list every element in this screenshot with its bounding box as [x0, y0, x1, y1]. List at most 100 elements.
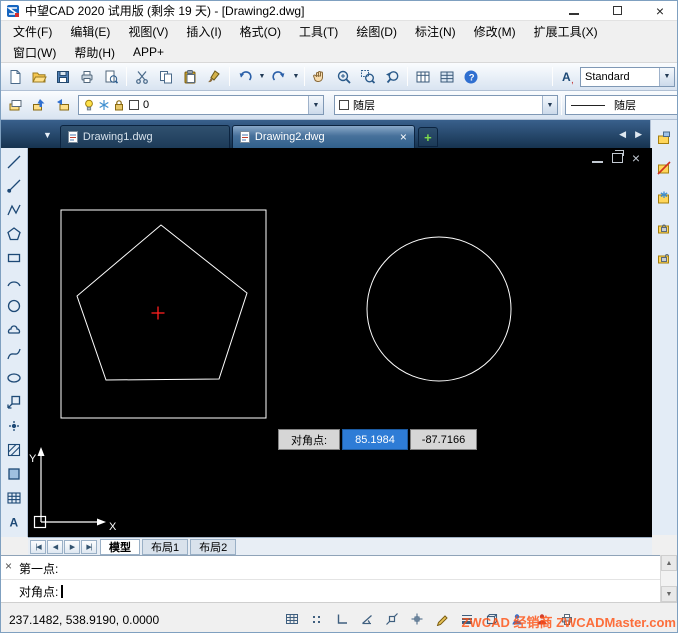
zoom-realtime-button[interactable] [332, 65, 356, 89]
command-close-icon[interactable]: × [5, 559, 12, 573]
doc-restore-icon[interactable] [612, 153, 623, 163]
insert-block-button[interactable] [3, 391, 25, 412]
grid-toggle[interactable] [281, 608, 303, 630]
collab-user2-toggle[interactable] [531, 608, 553, 630]
menu-modify[interactable]: 修改(M) [465, 20, 525, 43]
draw-ray-button[interactable] [3, 175, 25, 196]
undo-dropdown-icon[interactable]: ▼ [257, 65, 267, 89]
new-tab-button[interactable]: + [418, 127, 438, 147]
draw-circle-button[interactable] [3, 295, 25, 316]
redo-dropdown-icon[interactable]: ▼ [291, 65, 301, 89]
menu-window[interactable]: 窗口(W) [4, 41, 65, 64]
last-layout-icon[interactable]: ▶| [81, 540, 97, 554]
first-layout-icon[interactable]: |◀ [30, 540, 46, 554]
command-input-line[interactable]: 对角点: [19, 583, 63, 600]
next-layout-icon[interactable]: ▶ [64, 540, 80, 554]
layer-isolate-button[interactable] [652, 126, 676, 150]
cut-button[interactable] [130, 65, 154, 89]
draw-polyline-button[interactable] [3, 199, 25, 220]
hatch-button[interactable] [3, 439, 25, 460]
layer-combobox[interactable]: 0 ▼ [78, 95, 324, 115]
zoom-previous-button[interactable] [380, 65, 404, 89]
draw-point-button[interactable] [3, 415, 25, 436]
square-entity[interactable] [61, 210, 266, 418]
tab-list-dropdown-icon[interactable]: ▼ [43, 130, 52, 140]
osnap-toggle[interactable] [381, 608, 403, 630]
chevron-down-icon[interactable]: ▼ [308, 96, 323, 114]
otrack-toggle[interactable] [406, 608, 428, 630]
layer-properties-button[interactable] [3, 93, 27, 117]
prev-layout-icon[interactable]: ◀ [47, 540, 63, 554]
draw-ellipse-button[interactable] [3, 367, 25, 388]
snap-toggle[interactable] [306, 608, 328, 630]
draw-line-button[interactable] [3, 151, 25, 172]
chevron-down-icon[interactable]: ▼ [659, 68, 674, 86]
copy-button[interactable] [154, 65, 178, 89]
help-button[interactable]: ? [459, 65, 483, 89]
doc-minimize-icon[interactable] [592, 153, 603, 163]
menu-express-tools[interactable]: 扩展工具(X) [525, 20, 607, 43]
print-preview-button[interactable] [99, 65, 123, 89]
menu-help[interactable]: 帮助(H) [65, 41, 124, 64]
pan-button[interactable] [308, 65, 332, 89]
tab-close-icon[interactable]: × [400, 130, 407, 144]
draw-arc-button[interactable] [3, 271, 25, 292]
polar-toggle[interactable] [356, 608, 378, 630]
close-icon[interactable]: × [656, 5, 664, 17]
lineweight-toggle[interactable] [456, 608, 478, 630]
layer-unlock-button[interactable] [652, 246, 676, 270]
layer-freeze-button[interactable] [652, 186, 676, 210]
drawing-canvas[interactable]: Y X × 对角点: 85.1984 -87.7166 [28, 148, 652, 537]
tab-layout1[interactable]: 布局1 [142, 539, 188, 555]
doc-close-icon[interactable]: × [632, 153, 640, 163]
region-button[interactable] [3, 463, 25, 484]
layer-off-button[interactable] [652, 156, 676, 180]
menu-app-plus[interactable]: APP+ [124, 42, 173, 62]
make-layer-current-button[interactable] [27, 93, 51, 117]
menu-view[interactable]: 视图(V) [119, 20, 177, 43]
save-button[interactable] [51, 65, 75, 89]
new-button[interactable] [3, 65, 27, 89]
ortho-toggle[interactable] [331, 608, 353, 630]
menu-draw[interactable]: 绘图(D) [347, 20, 406, 43]
text-style-button[interactable]: A, [556, 65, 580, 89]
draw-polygon-button[interactable] [3, 223, 25, 244]
model-space-toggle[interactable] [481, 608, 503, 630]
open-button[interactable] [27, 65, 51, 89]
tab-scroll-right-icon[interactable]: ▶ [635, 129, 642, 140]
paste-button[interactable] [178, 65, 202, 89]
chevron-down-icon[interactable]: ▼ [542, 96, 557, 114]
plot-button[interactable] [75, 65, 99, 89]
draw-rectangle-button[interactable] [3, 247, 25, 268]
minimize-icon[interactable] [569, 7, 579, 15]
zoom-window-button[interactable] [356, 65, 380, 89]
tab-model[interactable]: 模型 [100, 539, 140, 555]
pentagon-entity[interactable] [77, 225, 247, 380]
linetype-combobox[interactable]: 随层 [565, 95, 678, 115]
layer-previous-button[interactable] [51, 93, 75, 117]
dynamic-input-y-field[interactable]: -87.7166 [410, 429, 477, 450]
table-button[interactable] [3, 487, 25, 508]
table-view-button[interactable] [435, 65, 459, 89]
command-line-panel[interactable]: × 第一点: 对角点: [1, 555, 678, 602]
redo-button[interactable] [267, 65, 291, 89]
tab-drawing2[interactable]: Drawing2.dwg × [232, 125, 415, 148]
style-combobox[interactable]: Standard ▼ [580, 67, 675, 87]
scroll-up-icon[interactable]: ▲ [661, 555, 677, 571]
menu-format[interactable]: 格式(O) [231, 20, 290, 43]
draw-spline-button[interactable] [3, 343, 25, 364]
draw-revcloud-button[interactable] [3, 319, 25, 340]
collab-user-toggle[interactable] [506, 608, 528, 630]
dynamic-input-x-field[interactable]: 85.1984 [342, 429, 408, 450]
menu-tools[interactable]: 工具(T) [290, 20, 347, 43]
dyn-input-toggle[interactable] [431, 608, 453, 630]
tab-layout2[interactable]: 布局2 [190, 539, 236, 555]
tab-scroll-left-icon[interactable]: ◀ [619, 129, 626, 140]
circle-entity[interactable] [367, 237, 511, 381]
mtext-button[interactable]: A [3, 511, 25, 532]
color-combobox[interactable]: 随层 ▼ [334, 95, 558, 115]
menu-dimension[interactable]: 标注(N) [406, 20, 465, 43]
scroll-down-icon[interactable]: ▼ [661, 586, 677, 602]
undo-button[interactable] [233, 65, 257, 89]
command-scrollbar[interactable]: ▲ ▼ [660, 555, 677, 602]
